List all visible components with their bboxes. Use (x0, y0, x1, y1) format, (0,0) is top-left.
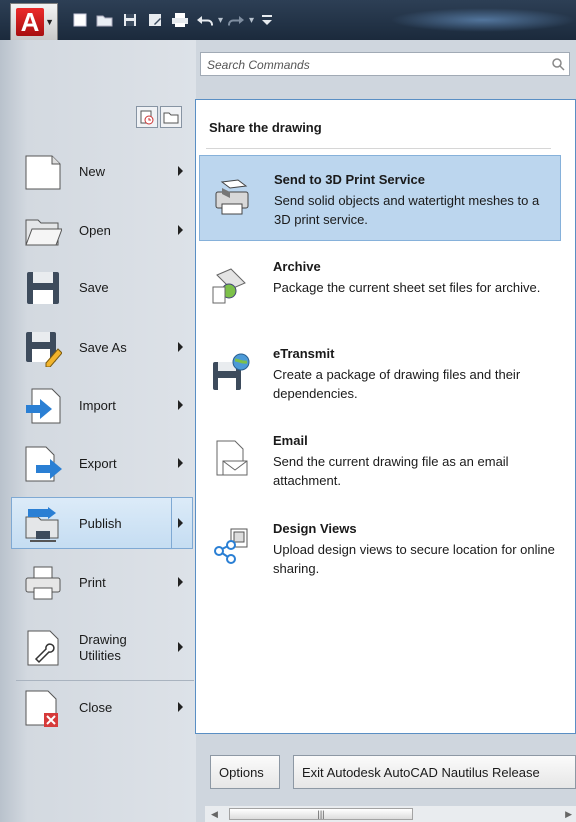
recent-documents-icon[interactable] (136, 106, 158, 128)
undo-icon[interactable] (195, 10, 215, 30)
import-icon (24, 387, 62, 425)
exit-autocad-button[interactable]: Exit Autodesk AutoCAD Nautilus Release (293, 755, 576, 789)
archive-icon (211, 265, 251, 305)
menu-item-publish[interactable]: Publish (11, 497, 193, 549)
document-view-toggles (136, 106, 182, 128)
menu-item-close[interactable]: Close (12, 682, 192, 734)
option-email[interactable]: Email Send the current drawing file as a… (199, 417, 561, 503)
qat-new-icon[interactable] (70, 10, 90, 30)
search-commands-box[interactable] (200, 52, 570, 76)
publish-submenu: Share the drawing Send to 3D Print Servi… (195, 99, 576, 734)
undo-dropdown-icon[interactable]: ▾ (218, 15, 223, 26)
scroll-left-icon[interactable]: ◀ (211, 809, 218, 820)
customize-qat-icon[interactable] (257, 10, 277, 30)
options-button[interactable]: Options (210, 755, 280, 789)
drawing-utilities-icon (24, 629, 62, 667)
redo-dropdown-icon[interactable]: ▾ (249, 15, 254, 26)
option-title: Design Views (273, 521, 357, 536)
menu-item-save-as[interactable]: Save As (12, 322, 192, 374)
bottom-button-bar: Options Exit Autodesk AutoCAD Nautilus R… (205, 755, 576, 791)
application-menu-button[interactable]: A ▼ (10, 3, 58, 41)
folder-open-icon (24, 212, 63, 250)
split-divider (171, 498, 172, 548)
option-etransmit[interactable]: eTransmit Create a package of drawing fi… (199, 330, 561, 416)
option-design-views[interactable]: Design Views Upload design views to secu… (199, 505, 561, 591)
title-glow (390, 8, 576, 32)
save-as-icon (24, 329, 63, 368)
menu-item-save[interactable]: Save (12, 262, 192, 314)
search-icon[interactable] (551, 57, 565, 74)
submenu-arrow-icon[interactable] (178, 518, 183, 528)
new-file-icon (24, 153, 62, 191)
scroll-right-icon[interactable]: ▶ (565, 809, 572, 820)
menu-item-label: Export (79, 456, 117, 471)
option-title: Archive (273, 259, 321, 274)
menu-item-label: Close (79, 700, 113, 715)
option-description: Create a package of drawing files and th… (273, 367, 521, 401)
3d-print-icon (212, 178, 252, 218)
menu-item-import[interactable]: Import (12, 380, 192, 432)
email-icon (211, 439, 251, 479)
option-title: Email (273, 433, 308, 448)
save-icon (24, 269, 62, 307)
menu-item-label: Print (79, 575, 106, 590)
title-bar: A ▼ ▾ ▾ (0, 0, 576, 41)
search-input[interactable] (205, 55, 549, 75)
menu-item-label: Open (79, 223, 111, 238)
qat-save-as-icon[interactable] (145, 10, 165, 30)
submenu-arrow-icon (178, 577, 183, 587)
etransmit-icon (211, 352, 251, 392)
menu-item-label: New (79, 164, 106, 179)
panel-title: Share the drawing (209, 120, 322, 135)
quick-access-toolbar: ▾ ▾ (70, 7, 277, 33)
close-file-icon (24, 689, 62, 727)
menu-item-new[interactable]: New (12, 146, 192, 198)
submenu-arrow-icon (178, 458, 183, 468)
redo-icon[interactable] (226, 10, 246, 30)
printer-icon (24, 564, 62, 602)
option-description: Package the current sheet set files for … (273, 280, 541, 295)
chevron-down-icon: ▼ (45, 17, 54, 27)
menu-item-label: Save (79, 280, 109, 295)
horizontal-scrollbar[interactable]: ◀ ||| ▶ (205, 806, 576, 822)
open-documents-icon[interactable] (160, 106, 182, 128)
export-icon (24, 445, 62, 483)
option-description: Upload design views to secure location f… (273, 542, 555, 576)
publish-icon (24, 505, 62, 543)
menu-item-drawing-utilities[interactable]: Drawing Utilities (12, 622, 192, 674)
submenu-arrow-icon (178, 702, 183, 712)
option-send-to-3d-print[interactable]: Send to 3D Print Service Send solid obje… (199, 155, 561, 241)
option-description: Send solid objects and watertight meshes… (274, 193, 540, 227)
option-archive[interactable]: Archive Package the current sheet set fi… (199, 243, 561, 329)
menu-divider (16, 680, 194, 681)
panel-divider (206, 148, 551, 149)
submenu-arrow-icon (178, 642, 183, 652)
option-description: Send the current drawing file as an emai… (273, 454, 509, 488)
qat-save-icon[interactable] (120, 10, 140, 30)
submenu-arrow-icon (178, 166, 183, 176)
menu-item-export[interactable]: Export (12, 438, 192, 490)
autocad-logo-icon: A (16, 8, 44, 37)
option-title: eTransmit (273, 346, 335, 361)
menu-item-print[interactable]: Print (12, 557, 192, 609)
qat-open-icon[interactable] (95, 10, 115, 30)
option-title: Send to 3D Print Service (274, 172, 425, 187)
menu-item-label: Import (79, 398, 116, 413)
menu-item-label: Save As (79, 340, 127, 355)
submenu-arrow-icon (178, 342, 183, 352)
menu-item-open[interactable]: Open (12, 205, 192, 257)
menu-item-label: Publish (79, 516, 122, 531)
submenu-arrow-icon (178, 225, 183, 235)
menu-item-label: Drawing Utilities (79, 632, 127, 663)
qat-plot-icon[interactable] (170, 10, 190, 30)
submenu-arrow-icon (178, 400, 183, 410)
scroll-thumb[interactable]: ||| (229, 808, 413, 820)
design-views-icon (211, 527, 251, 567)
